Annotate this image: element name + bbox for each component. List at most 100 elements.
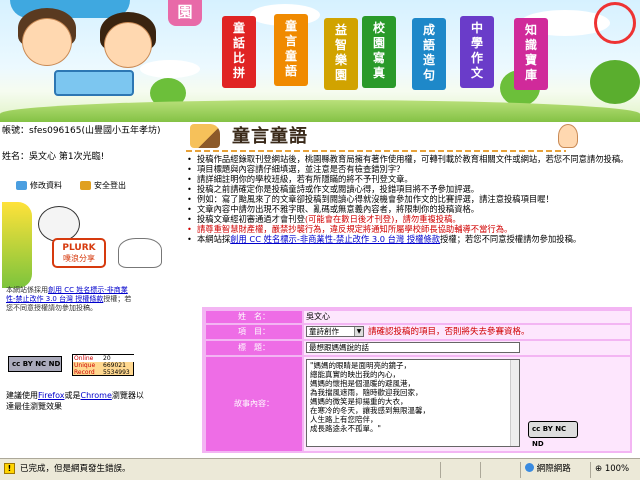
category-char: 話 xyxy=(232,36,245,50)
category-tab-6[interactable]: 中學作文 xyxy=(460,16,494,88)
category-char: 造 xyxy=(422,53,435,67)
content-line: 在寒冷的冬天，讓我感到無限溫馨， xyxy=(310,406,430,415)
page-title: 童言童語 xyxy=(232,126,308,147)
category-char: 中 xyxy=(470,21,483,35)
edit-icon xyxy=(16,181,27,190)
category-char: 句 xyxy=(422,68,435,82)
logout-label: 安全登出 xyxy=(94,181,126,190)
category-tab-2[interactable]: 童言童語 xyxy=(274,14,308,86)
category-char: 校 xyxy=(372,21,385,35)
category-char: 成 xyxy=(422,23,435,37)
content-lines: "媽媽的眼睛是面明亮的鏡子， 總能真實的映出我的內心， 媽媽的懷抱是個溫暖的避風港，… xyxy=(310,361,516,433)
content-scrollbar[interactable] xyxy=(510,360,519,446)
content-field-cell: "媽媽的眼睛是面明亮的鏡子， 總能真實的映出我的內心， 媽媽的懷抱是個溫暖的避風港，… xyxy=(304,357,630,451)
title-underline xyxy=(186,150,566,152)
license-note: 本網站係採用創用 CC 姓名標示-非商業性-禁止改作 3.0 台灣 授權條款授權… xyxy=(6,286,136,313)
category-tab-1[interactable]: 童話比拼 xyxy=(222,16,256,88)
content-line: "媽媽的眼睛是面明亮的鏡子， xyxy=(310,361,411,370)
category-char: 知 xyxy=(524,23,537,37)
form-row-name: 姓 名： 吳文心 xyxy=(202,311,632,323)
browser-status-bar: ! 已完成，但是網頁發生錯誤。 網際網路 ⊕ 100% xyxy=(0,458,640,480)
item-field-label: 項 目： xyxy=(206,325,302,339)
visitor-counter: Online 20 Unique 669021 Record 5534993 xyxy=(72,354,135,376)
counter-online-label: Online xyxy=(74,355,94,362)
plurk-brand: PLURK xyxy=(62,243,96,253)
status-text: 已完成，但是網頁發生錯誤。 xyxy=(20,464,131,474)
counter-unique-label: Unique xyxy=(74,362,96,369)
book-illustration xyxy=(54,70,134,96)
kid-girl xyxy=(104,22,152,68)
account-value: sfes096165(山豐國小五年孝坊) xyxy=(29,126,161,136)
category-tab-4[interactable]: 校園寫真 xyxy=(362,16,396,88)
green-swirl-decoration xyxy=(2,202,32,288)
category-tab-5[interactable]: 成語造句 xyxy=(412,18,446,90)
main-content: 童言童語 投稿作品經錄取刊登網站後，桃園縣教育局擁有著作使用權，可轉刊載於教育相… xyxy=(182,122,638,457)
category-char: 智 xyxy=(334,38,347,52)
rule-item: 請詳細註明你的學校班級，若有所隱瞞的將不予刊登文章。 xyxy=(186,174,636,184)
cc-content-badge-text: cc BY NC ND xyxy=(532,425,567,448)
cc-badge-text: cc BY NC ND xyxy=(12,360,61,368)
rule-item: 本網站採創用 CC 姓名標示-非商業性-禁止改作 3.0 台灣 授權條款授權；若… xyxy=(186,234,636,244)
firefox-link[interactable]: Firefox xyxy=(38,391,64,400)
category-tab-7[interactable]: 知識寶庫 xyxy=(514,18,548,90)
rules-list: 投稿作品經錄取刊登網站後，桃園縣教育局擁有著作使用權，可轉刊載於教育相關文件或網… xyxy=(186,154,636,244)
chrome-link[interactable]: Chrome xyxy=(80,391,111,400)
status-seg xyxy=(440,462,480,478)
tree-decoration xyxy=(590,60,640,104)
content-line: 媽媽的微笑是抑揚重的大衣， xyxy=(310,397,408,406)
cloud-decoration xyxy=(140,60,200,78)
license-note-prefix: 本網站係採用 xyxy=(6,286,48,294)
counter-record-label: Record xyxy=(74,369,95,376)
status-seg xyxy=(480,462,520,478)
side-decoration: PLURK 噗浪分享 xyxy=(2,202,170,288)
grass-decoration xyxy=(0,100,640,122)
category-char: 語 xyxy=(422,38,435,52)
item-select[interactable]: 童詩創作 ▼ xyxy=(306,326,364,337)
zone-indicator: 網際網路 xyxy=(520,462,590,478)
category-char: 益 xyxy=(334,23,347,37)
item-select-value: 童詩創作 xyxy=(309,327,339,336)
left-column: 帳號：sfes096165(山豐國小五年孝坊) 姓名：吳文心 第1次光臨! 修改… xyxy=(0,122,180,457)
logout-button[interactable]: 安全登出 xyxy=(80,180,126,192)
panda-illustration xyxy=(38,206,80,242)
content-line: 為我擋風遮雨，隨時歡迎我回家， xyxy=(310,388,423,397)
content-line: 總能真實的映出我的內心， xyxy=(310,370,400,379)
dog-illustration xyxy=(118,238,162,268)
content-textarea[interactable]: "媽媽的眼睛是面明亮的鏡子， 總能真實的映出我的內心， 媽媽的懷抱是個溫暖的避風港，… xyxy=(306,359,520,447)
category-char: 園 xyxy=(334,68,347,82)
plurk-share-button[interactable]: PLURK 噗浪分享 xyxy=(52,238,106,268)
title-input[interactable]: 最想跟媽媽說的話 xyxy=(306,342,520,353)
rule-license-link[interactable]: 創用 CC 姓名標示-非商業性-禁止改作 3.0 台灣 授權條款 xyxy=(230,234,440,244)
category-char: 比 xyxy=(232,51,245,65)
rule-item: 項目標題與內容請仔細填選，並注意是否有檢查錯別字？ xyxy=(186,164,636,174)
logo-glyph: 園 xyxy=(177,3,193,21)
cc-license-badge[interactable]: cc BY NC ND xyxy=(8,356,62,372)
title-field-label: 標 題： xyxy=(206,341,302,355)
site-logo[interactable]: 園 xyxy=(168,0,202,26)
edit-profile-button[interactable]: 修改資料 xyxy=(16,180,62,192)
page-header: 童言童語 xyxy=(184,124,566,152)
browser-note: 建議使用Firefox或是Chrome瀏覽器以達最佳瀏覽效果 xyxy=(6,390,146,412)
category-char: 樂 xyxy=(334,53,347,67)
item-warning: 請確認投稿的項目，否則將失去參賽資格。 xyxy=(368,327,530,337)
category-char: 語 xyxy=(284,64,297,78)
pencil-icon xyxy=(190,124,220,148)
account-row: 帳號：sfes096165(山豐國小五年孝坊) xyxy=(2,126,160,137)
category-tab-3[interactable]: 益智樂園 xyxy=(324,18,358,90)
counter-record-value: 5534993 xyxy=(103,369,130,376)
edit-profile-label: 修改資料 xyxy=(30,181,62,190)
zoom-icon: ⊕ xyxy=(595,464,603,474)
kid-mascot-icon xyxy=(558,124,578,148)
site-banner: 園 童話比拼童言童語益智樂園校園寫真成語造句中學作文知識寶庫 xyxy=(0,0,640,122)
content-line: 媽媽的懷抱是個溫暖的避風港， xyxy=(310,379,415,388)
category-char: 庫 xyxy=(524,68,537,82)
zoom-control[interactable]: ⊕ 100% xyxy=(590,462,640,478)
globe-icon xyxy=(525,463,534,472)
category-char: 作 xyxy=(470,51,483,65)
cc-content-badge[interactable]: cc BY NC ND xyxy=(528,421,578,448)
name-field-value: 吳文心 xyxy=(304,311,630,323)
ferris-wheel-decoration xyxy=(594,2,636,44)
category-char: 寶 xyxy=(524,53,537,67)
category-char: 園 xyxy=(372,36,385,50)
rule-warning: (可能會在數日後才刊登)，請勿重複投稿。 xyxy=(304,214,461,224)
